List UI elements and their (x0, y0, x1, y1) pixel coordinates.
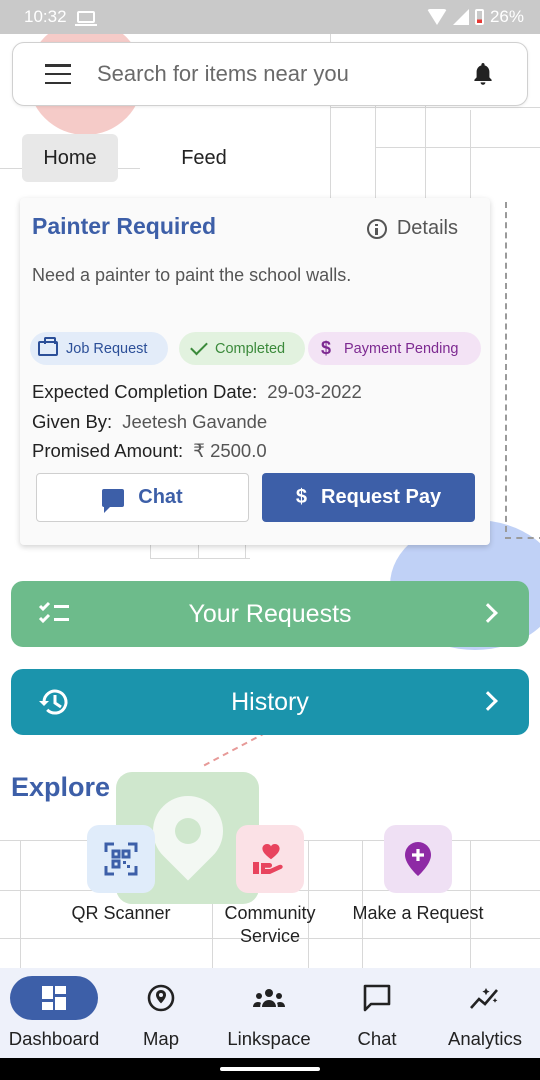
explore-title: Explore (11, 772, 111, 802)
chip-payment-pending: $ Payment Pending (308, 332, 481, 365)
nav-label: Dashboard (8, 1028, 100, 1049)
battery-icon (474, 9, 484, 25)
nav-icon-wrap (10, 976, 98, 1020)
nav-icon-wrap (117, 976, 205, 1020)
details-label: Details (396, 217, 458, 239)
nav-icon-wrap (333, 976, 421, 1020)
explore-make-request[interactable]: Make a Request (343, 825, 493, 925)
screen-cast-icon (74, 11, 97, 26)
chip-label: Payment Pending (344, 340, 459, 357)
chat-icon (102, 488, 125, 513)
wifi-icon (426, 9, 447, 25)
tab-home[interactable]: Home (22, 134, 118, 182)
search-input[interactable]: Search for items near you (97, 61, 471, 87)
add-location-icon (405, 842, 431, 876)
dashboard-icon (42, 986, 66, 1010)
qr-tile[interactable] (87, 825, 155, 893)
dollar-icon: $ (320, 338, 331, 358)
map-route (505, 537, 540, 539)
given-by-value: Jeetesh Gavande (122, 411, 268, 432)
check-icon (190, 337, 208, 356)
explore-qr-scanner[interactable]: QR Scanner (46, 825, 196, 925)
explore-item-label: Community Service (224, 903, 316, 946)
chip-completed: Completed (179, 332, 305, 365)
qr-icon (104, 842, 138, 876)
map-route (203, 731, 267, 767)
chip-job-request: Job Request (30, 332, 168, 365)
your-requests-label: Your Requests (188, 599, 352, 628)
nav-label: Chat (357, 1028, 397, 1049)
given-by-row: Given By: Jeetesh Gavande (32, 411, 267, 433)
chip-label: Completed (215, 340, 286, 357)
chat-bubble-icon (363, 984, 391, 1012)
completion-date-value: 29-03-2022 (267, 381, 362, 402)
nav-analytics[interactable]: Analytics (431, 976, 539, 1050)
chip-label: Job Request (66, 340, 148, 357)
given-by-label: Given By: (32, 411, 113, 432)
map-route (505, 202, 507, 532)
signal-icon (452, 9, 469, 25)
nav-icon-wrap (225, 976, 313, 1020)
details-button[interactable]: Details (366, 217, 458, 240)
menu-icon[interactable] (45, 64, 71, 84)
history-button[interactable]: History (11, 669, 529, 735)
chat-button[interactable]: Chat (36, 473, 249, 522)
make-request-tile[interactable] (384, 825, 452, 893)
status-bar: 10:32 26% (0, 0, 540, 34)
bell-icon[interactable] (471, 61, 495, 87)
completion-date-row: Expected Completion Date: 29-03-2022 (32, 381, 362, 403)
nav-label: Map (143, 1028, 179, 1049)
volunteer-icon (253, 844, 283, 874)
your-requests-button[interactable]: Your Requests (11, 581, 529, 647)
home-gesture-pill[interactable] (220, 1067, 320, 1071)
group-icon (253, 989, 285, 1007)
chat-button-label: Chat (138, 486, 183, 508)
nav-label: Linkspace (227, 1028, 311, 1049)
tab-feed[interactable]: Feed (160, 134, 248, 182)
request-pay-label: Request Pay (321, 486, 442, 508)
request-title: Painter Required (32, 213, 217, 239)
amount-value: ₹ 2500.0 (193, 440, 267, 461)
briefcase-icon (38, 337, 58, 356)
map-pin-icon (147, 984, 175, 1012)
request-pay-button[interactable]: $ Request Pay (262, 473, 475, 522)
battery-percent: 26% (489, 7, 524, 26)
nav-chat[interactable]: Chat (323, 976, 431, 1050)
community-tile[interactable] (236, 825, 304, 893)
amount-label: Promised Amount: (32, 440, 184, 461)
nav-label: Analytics (447, 1028, 523, 1049)
request-description: Need a painter to paint the school walls… (32, 265, 352, 285)
nav-map[interactable]: Map (107, 976, 215, 1050)
history-label: History (231, 687, 309, 716)
dollar-icon: $ (295, 486, 308, 508)
nav-dashboard[interactable]: Dashboard (0, 976, 108, 1050)
completion-date-label: Expected Completion Date: (32, 381, 258, 402)
info-icon (366, 218, 387, 239)
system-navigation-bar (0, 1058, 540, 1080)
request-card: Painter Required Details Need a painter … (20, 198, 490, 545)
analytics-icon (470, 988, 498, 1009)
nav-icon-wrap (441, 976, 529, 1020)
explore-community-service[interactable]: Community Service (195, 825, 345, 948)
status-time: 10:32 (24, 7, 67, 26)
bottom-navigation: Dashboard Map Linkspace Chat Analytics (0, 968, 540, 1058)
explore-item-label: Make a Request (352, 903, 484, 923)
search-bar[interactable]: Search for items near you (12, 42, 528, 106)
nav-linkspace[interactable]: Linkspace (215, 976, 323, 1050)
explore-item-label: QR Scanner (71, 903, 171, 923)
amount-row: Promised Amount: ₹ 2500.0 (32, 440, 267, 462)
